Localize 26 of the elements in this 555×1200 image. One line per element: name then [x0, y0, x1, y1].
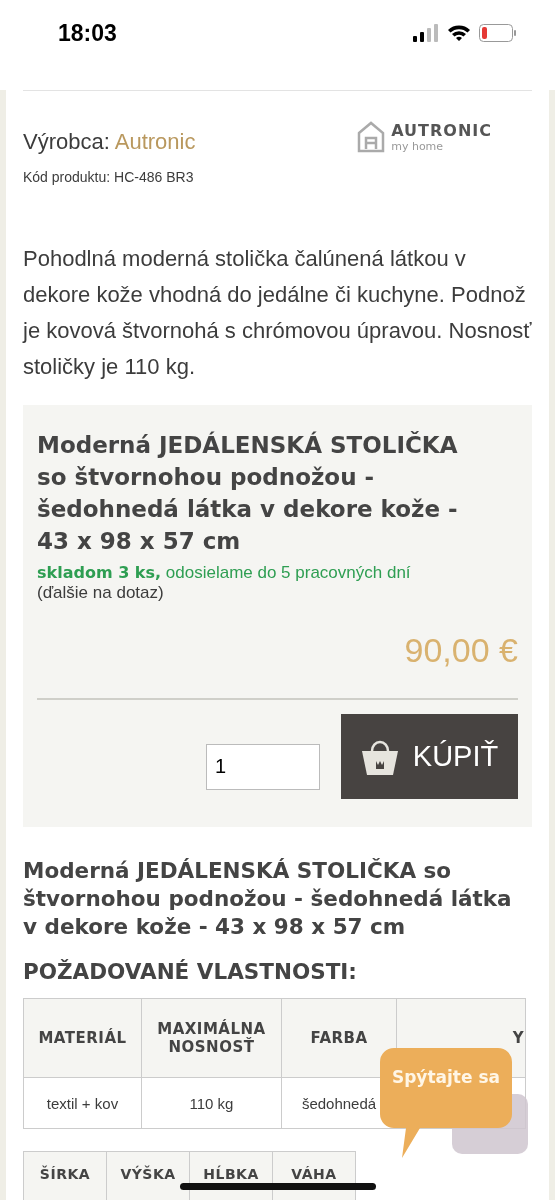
house-logo-icon	[357, 121, 386, 153]
table-cell: 110 kg	[141, 1077, 282, 1129]
table-header: MATERIÁL	[23, 998, 142, 1078]
product-description: Pohodlná moderná stolička čalúnená látkou v dekore kože vhodná do jedálne či kuchyne. Podnož je kovová štvornohá s chrómovou úpravou. Nosnosť stoličky je 110 kg.	[23, 245, 532, 381]
logo-tagline: my home	[391, 140, 445, 153]
table-header: VÝŠKA	[106, 1151, 190, 1200]
wifi-icon	[447, 24, 471, 42]
logo-brand: AUTRONIC	[391, 121, 492, 140]
product-title: Moderná JEDÁLENSKÁ STOLIČKA so štvornohou podnožou - šedohnedá látka v dekore kože - 43 x 98 x 57 cm	[37, 430, 459, 556]
properties-heading: POŽADOVANÉ VLASTNOSTI:	[23, 959, 358, 984]
manufacturer-label: Výrobca: Autronic	[23, 129, 196, 155]
quantity-field[interactable]: 1	[206, 743, 320, 790]
stock-note: (ďalšie na dotaz)	[37, 583, 165, 603]
product-heading: Moderná JEDÁLENSKÁ STOLIČKA so štvornohou podnožou - šedohnedá látka v dekore kože - 43 x 98 x 57 cm	[23, 857, 513, 941]
battery-icon	[479, 24, 517, 42]
product-code: Kód produktu: HC-486 BR3	[23, 169, 195, 185]
price: 90,00 €	[403, 631, 518, 670]
shopping-bag-icon	[360, 738, 399, 775]
table-cell: textil + kov	[23, 1077, 142, 1129]
chat-bubbles-icon[interactable]	[380, 1048, 528, 1160]
stock-status: skladom 3 ks, odosielame do 5 pracovných dní	[37, 563, 412, 583]
table-header: MAXIMÁLNA NOSNOSŤ	[141, 998, 282, 1078]
table-header: ŠÍRKA	[23, 1151, 107, 1200]
signal-icon	[413, 24, 439, 42]
status-time: 18:03	[58, 19, 117, 47]
buy-button[interactable]: KÚPIŤ	[341, 714, 518, 799]
